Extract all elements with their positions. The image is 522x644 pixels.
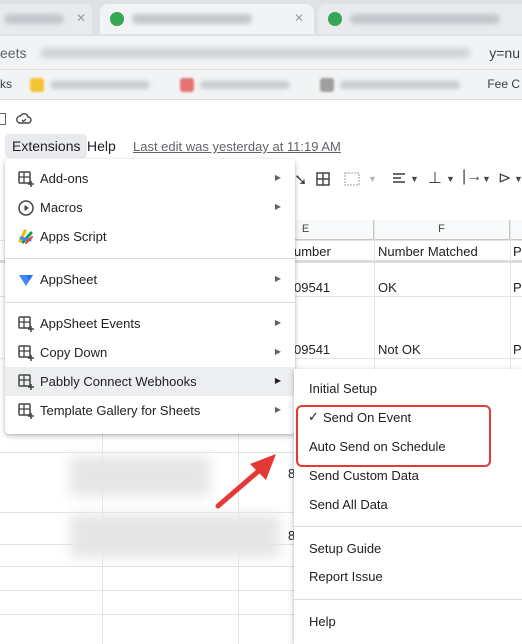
last-edit-link[interactable]: Last edit was yesterday at 11:19 AM (133, 139, 341, 154)
browser-tab[interactable] (318, 4, 522, 34)
menu-item-copy-down[interactable]: Copy Down ▶ (5, 338, 295, 367)
menu-item-label: Template Gallery for Sheets (40, 403, 201, 418)
url-text-right: y=nu (489, 45, 520, 61)
submenu-item-setup-guide[interactable]: Setup Guide (294, 534, 522, 563)
bookmark-text-right[interactable]: Fee C (487, 77, 520, 91)
header-cell-p[interactable]: P (513, 244, 522, 259)
blurred-content (70, 456, 210, 496)
doc-header (0, 100, 522, 130)
url-text-left: eets (0, 45, 27, 61)
browser-tab[interactable]: ✕ (0, 4, 92, 34)
table-cell[interactable]: 09541 (294, 342, 330, 357)
menu-item-macros[interactable]: Macros ▶ (5, 193, 295, 222)
cloud-saved-icon[interactable] (16, 112, 32, 124)
merge-dropdown-icon[interactable]: ▼ (368, 174, 377, 184)
submenu-arrow-icon: ▶ (274, 347, 281, 356)
bookmark-item[interactable] (180, 78, 300, 92)
menu-bar: Extensions Help Last edit was yesterday … (0, 134, 522, 158)
submenu-arrow-icon: ▶ (274, 274, 281, 283)
align-dropdown-icon[interactable]: ▼ (410, 174, 419, 184)
move-icon[interactable] (0, 113, 6, 125)
header-cell-number-matched[interactable]: Number Matched (378, 244, 478, 259)
annotation-arrow-icon (215, 454, 276, 509)
bookmark-item[interactable] (30, 78, 160, 92)
submenu-item-label: Initial Setup (309, 381, 377, 396)
apps-script-icon (18, 229, 33, 244)
menu-item-label: Pabbly Connect Webhooks (40, 374, 197, 389)
addon-grid-icon (18, 403, 34, 419)
submenu-item-send-all-data[interactable]: Send All Data (294, 490, 522, 519)
menu-item-apps-script[interactable]: Apps Script (5, 222, 295, 251)
submenu-item-initial-setup[interactable]: Initial Setup (294, 374, 522, 403)
menu-item-label: Apps Script (40, 229, 107, 244)
borders-icon[interactable] (316, 172, 330, 186)
text-rotate-icon[interactable]: ⊳ (498, 168, 511, 188)
wrap-dropdown-icon[interactable]: ▼ (482, 174, 491, 184)
submenu-item-label: Help (309, 614, 336, 629)
header-cell-number[interactable]: umber (294, 244, 331, 259)
table-cell[interactable]: OK (378, 280, 397, 295)
menu-item-appsheet[interactable]: AppSheet ▶ (5, 265, 295, 294)
submenu-divider (294, 599, 522, 600)
submenu-arrow-icon: ▶ (274, 376, 281, 385)
address-bar[interactable]: eets y=nu (0, 36, 522, 70)
menu-item-label: AppSheet (40, 272, 98, 287)
table-cell[interactable]: 09541 (294, 280, 330, 295)
align-left-icon[interactable] (392, 172, 406, 186)
rotate-dropdown-icon[interactable]: ▼ (514, 174, 522, 184)
column-header-g[interactable] (510, 220, 522, 240)
play-circle-icon (18, 200, 34, 216)
addons-icon (18, 171, 34, 187)
bookmarks-bar: ks Fee C (0, 70, 522, 100)
browser-tab-bar: ✕ ✕ (0, 0, 522, 36)
extensions-menu: Add-ons ▶ Macros ▶ Apps Script AppSheet … (5, 159, 295, 434)
tab-favicon-icon (328, 12, 342, 26)
table-cell[interactable]: Not OK (378, 342, 421, 357)
bookmark-text-left[interactable]: ks (0, 77, 12, 91)
submenu-item-help[interactable]: Help (294, 607, 522, 636)
tab-close-icon[interactable]: ✕ (294, 11, 304, 25)
submenu-arrow-icon: ▶ (274, 202, 281, 211)
menu-item-label: Copy Down (40, 345, 108, 360)
browser-tab[interactable]: ✕ (100, 4, 314, 34)
appsheet-icon (19, 275, 33, 286)
table-cell[interactable]: P (513, 280, 522, 295)
submenu-arrow-icon: ▶ (274, 405, 281, 414)
addon-grid-icon (18, 345, 34, 361)
annotation-highlight-box (296, 405, 491, 467)
menu-item-template-gallery[interactable]: Template Gallery for Sheets ▶ (5, 396, 295, 425)
submenu-item-label: Send Custom Data (309, 468, 419, 483)
submenu-arrow-icon: ▶ (274, 173, 281, 182)
submenu-item-report-issue[interactable]: Report Issue (294, 562, 522, 591)
vertical-align-icon[interactable]: ⊥ (428, 168, 442, 188)
menu-extensions[interactable]: Extensions (5, 134, 88, 158)
addon-grid-icon (18, 316, 34, 332)
bookmark-item[interactable] (320, 78, 470, 92)
blurred-content (70, 514, 280, 558)
tab-close-icon[interactable]: ✕ (76, 11, 86, 25)
menu-item-label: Add-ons (40, 171, 89, 186)
menu-item-add-ons[interactable]: Add-ons ▶ (5, 164, 295, 193)
submenu-item-label: Report Issue (309, 569, 383, 584)
merge-cells-icon[interactable] (344, 172, 360, 186)
submenu-divider (294, 526, 522, 527)
addon-grid-icon (18, 374, 34, 390)
valign-dropdown-icon[interactable]: ▼ (446, 174, 455, 184)
menu-divider (5, 302, 295, 303)
menu-divider (5, 258, 295, 259)
column-header-f[interactable]: F (374, 220, 510, 240)
paint-format-icon[interactable]: ➘ (294, 170, 307, 190)
menu-item-appsheet-events[interactable]: AppSheet Events ▶ (5, 309, 295, 338)
table-cell[interactable]: P (513, 342, 522, 357)
menu-item-label: Macros (40, 200, 83, 215)
submenu-item-label: Send All Data (309, 497, 388, 512)
text-wrap-icon[interactable]: |→ (462, 168, 482, 186)
menu-item-label: AppSheet Events (40, 316, 141, 331)
tab-favicon-icon (110, 12, 124, 26)
menu-item-pabbly-connect-webhooks[interactable]: Pabbly Connect Webhooks ▶ (5, 367, 295, 396)
submenu-item-label: Setup Guide (309, 541, 382, 556)
menu-help[interactable]: Help (87, 138, 116, 154)
submenu-arrow-icon: ▶ (274, 318, 281, 327)
